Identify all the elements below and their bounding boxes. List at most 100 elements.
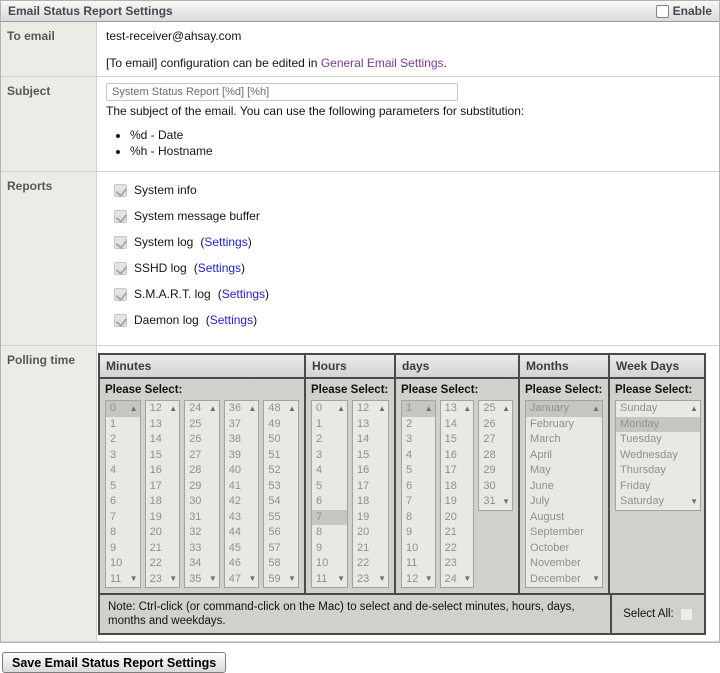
listbox-option[interactable]: 27 — [185, 448, 219, 464]
listbox-option[interactable]: February — [526, 417, 602, 433]
listbox-option[interactable]: 13 — [146, 417, 180, 433]
listbox-option[interactable]: 1 — [106, 417, 140, 433]
report-checkbox[interactable] — [114, 287, 127, 301]
listbox-option[interactable]: 26 — [479, 417, 512, 433]
report-settings-link[interactable]: Settings — [204, 235, 247, 249]
listbox-option[interactable]: 6 — [106, 494, 140, 510]
scroll-up-icon[interactable]: ▲ — [690, 405, 698, 413]
report-settings-link[interactable]: Settings — [222, 287, 265, 301]
multiselect-listbox[interactable]: 13 14 15 16 17 18 19 20 21 22 23 24 ▲ ▼ — [439, 400, 475, 588]
listbox-option[interactable]: 52 — [264, 463, 298, 479]
scroll-down-icon[interactable]: ▼ — [425, 575, 433, 583]
listbox-option[interactable]: 7 — [402, 494, 435, 510]
listbox-option[interactable]: 20 — [441, 510, 474, 526]
listbox-option[interactable]: 38 — [225, 432, 259, 448]
scroll-down-icon[interactable]: ▼ — [378, 575, 386, 583]
scroll-up-icon[interactable]: ▲ — [209, 405, 217, 413]
listbox-option[interactable]: 46 — [225, 556, 259, 572]
listbox-option[interactable]: 7 — [312, 509, 347, 525]
listbox-option[interactable]: 4 — [312, 463, 347, 479]
scroll-up-icon[interactable]: ▲ — [337, 405, 345, 413]
listbox-option[interactable]: 39 — [225, 448, 259, 464]
listbox-option[interactable]: 5 — [402, 463, 435, 479]
listbox-option[interactable]: 18 — [441, 479, 474, 495]
listbox-option[interactable]: 14 — [441, 417, 474, 433]
listbox-option[interactable]: 15 — [441, 432, 474, 448]
multiselect-listbox[interactable]: 24 25 26 27 28 29 30 31 32 33 34 35 ▲ ▼ — [184, 400, 220, 588]
multiselect-listbox[interactable]: 36 37 38 39 40 41 42 43 44 45 46 47 ▲ ▼ — [223, 400, 260, 588]
report-settings-link[interactable]: Settings — [210, 313, 253, 327]
listbox-option[interactable]: 5 — [106, 479, 140, 495]
listbox-option[interactable]: Tuesday — [616, 432, 700, 448]
listbox-option[interactable]: January — [526, 401, 602, 417]
listbox-option[interactable]: 19 — [441, 494, 474, 510]
listbox-option[interactable]: 22 — [441, 541, 474, 557]
listbox-option[interactable]: 43 — [225, 510, 259, 526]
listbox-option[interactable]: 18 — [146, 494, 180, 510]
listbox-option[interactable]: 18 — [353, 494, 388, 510]
listbox-option[interactable]: 16 — [146, 463, 180, 479]
scroll-down-icon[interactable]: ▼ — [130, 575, 138, 583]
select-all-checkbox[interactable] — [679, 607, 693, 621]
listbox-option[interactable]: 8 — [402, 510, 435, 526]
multiselect-listbox[interactable]: January February March April May June July Augu… — [525, 400, 603, 588]
listbox-option[interactable]: 44 — [225, 525, 259, 541]
listbox-option[interactable]: 2 — [312, 432, 347, 448]
listbox-option[interactable]: 4 — [402, 448, 435, 464]
listbox-option[interactable]: 22 — [353, 556, 388, 572]
listbox-option[interactable]: 25 — [185, 417, 219, 433]
listbox-option[interactable]: 9 — [312, 541, 347, 557]
listbox-option[interactable]: 10 — [106, 556, 140, 572]
multiselect-listbox[interactable]: 25 26 27 28 29 30 31 ▲ ▼ — [478, 400, 514, 511]
listbox-option[interactable]: 27 — [479, 432, 512, 448]
listbox-option[interactable]: 50 — [264, 432, 298, 448]
scroll-down-icon[interactable]: ▼ — [463, 575, 471, 583]
listbox-option[interactable]: 40 — [225, 463, 259, 479]
listbox-option[interactable]: June — [526, 479, 602, 495]
listbox-option[interactable]: 5 — [312, 479, 347, 495]
report-settings-link[interactable]: Settings — [198, 261, 241, 275]
listbox-option[interactable]: 57 — [264, 541, 298, 557]
listbox-option[interactable]: 37 — [225, 417, 259, 433]
scroll-down-icon[interactable]: ▼ — [169, 575, 177, 583]
listbox-option[interactable]: March — [526, 432, 602, 448]
listbox-option[interactable]: 26 — [185, 432, 219, 448]
listbox-option[interactable]: 23 — [441, 556, 474, 572]
scroll-up-icon[interactable]: ▲ — [288, 405, 296, 413]
listbox-option[interactable]: 15 — [146, 448, 180, 464]
listbox-option[interactable]: July — [526, 494, 602, 510]
listbox-option[interactable]: 41 — [225, 479, 259, 495]
listbox-option[interactable]: 19 — [146, 510, 180, 526]
listbox-option[interactable]: 10 — [402, 541, 435, 557]
listbox-option[interactable]: 21 — [353, 541, 388, 557]
listbox-option[interactable]: October — [526, 541, 602, 557]
listbox-option[interactable]: 9 — [106, 541, 140, 557]
listbox-option[interactable]: 4 — [106, 463, 140, 479]
listbox-option[interactable]: Monday — [616, 416, 700, 432]
scroll-down-icon[interactable]: ▼ — [690, 497, 698, 506]
listbox-option[interactable]: Wednesday — [616, 448, 700, 464]
listbox-option[interactable]: 17 — [146, 479, 180, 495]
subject-input[interactable] — [106, 83, 458, 101]
listbox-option[interactable]: 8 — [312, 525, 347, 541]
enable-checkbox[interactable] — [655, 4, 669, 18]
listbox-option[interactable]: 3 — [106, 448, 140, 464]
listbox-option[interactable]: 42 — [225, 494, 259, 510]
listbox-option[interactable]: 15 — [353, 448, 388, 464]
listbox-option[interactable]: 6 — [312, 494, 347, 510]
listbox-option[interactable]: 17 — [441, 463, 474, 479]
listbox-option[interactable]: Saturday — [616, 494, 700, 510]
listbox-option[interactable]: 20 — [353, 525, 388, 541]
listbox-option[interactable]: 7 — [106, 510, 140, 526]
listbox-option[interactable]: 10 — [312, 556, 347, 572]
scroll-up-icon[interactable]: ▲ — [502, 405, 510, 413]
scroll-up-icon[interactable]: ▲ — [378, 405, 386, 413]
scroll-down-icon[interactable]: ▼ — [502, 497, 510, 506]
listbox-option[interactable]: August — [526, 510, 602, 526]
scroll-up-icon[interactable]: ▲ — [248, 405, 256, 413]
listbox-option[interactable]: 58 — [264, 556, 298, 572]
scroll-down-icon[interactable]: ▼ — [209, 575, 217, 583]
report-checkbox[interactable] — [114, 235, 127, 249]
scroll-up-icon[interactable]: ▲ — [592, 405, 600, 413]
listbox-option[interactable]: 9 — [402, 525, 435, 541]
